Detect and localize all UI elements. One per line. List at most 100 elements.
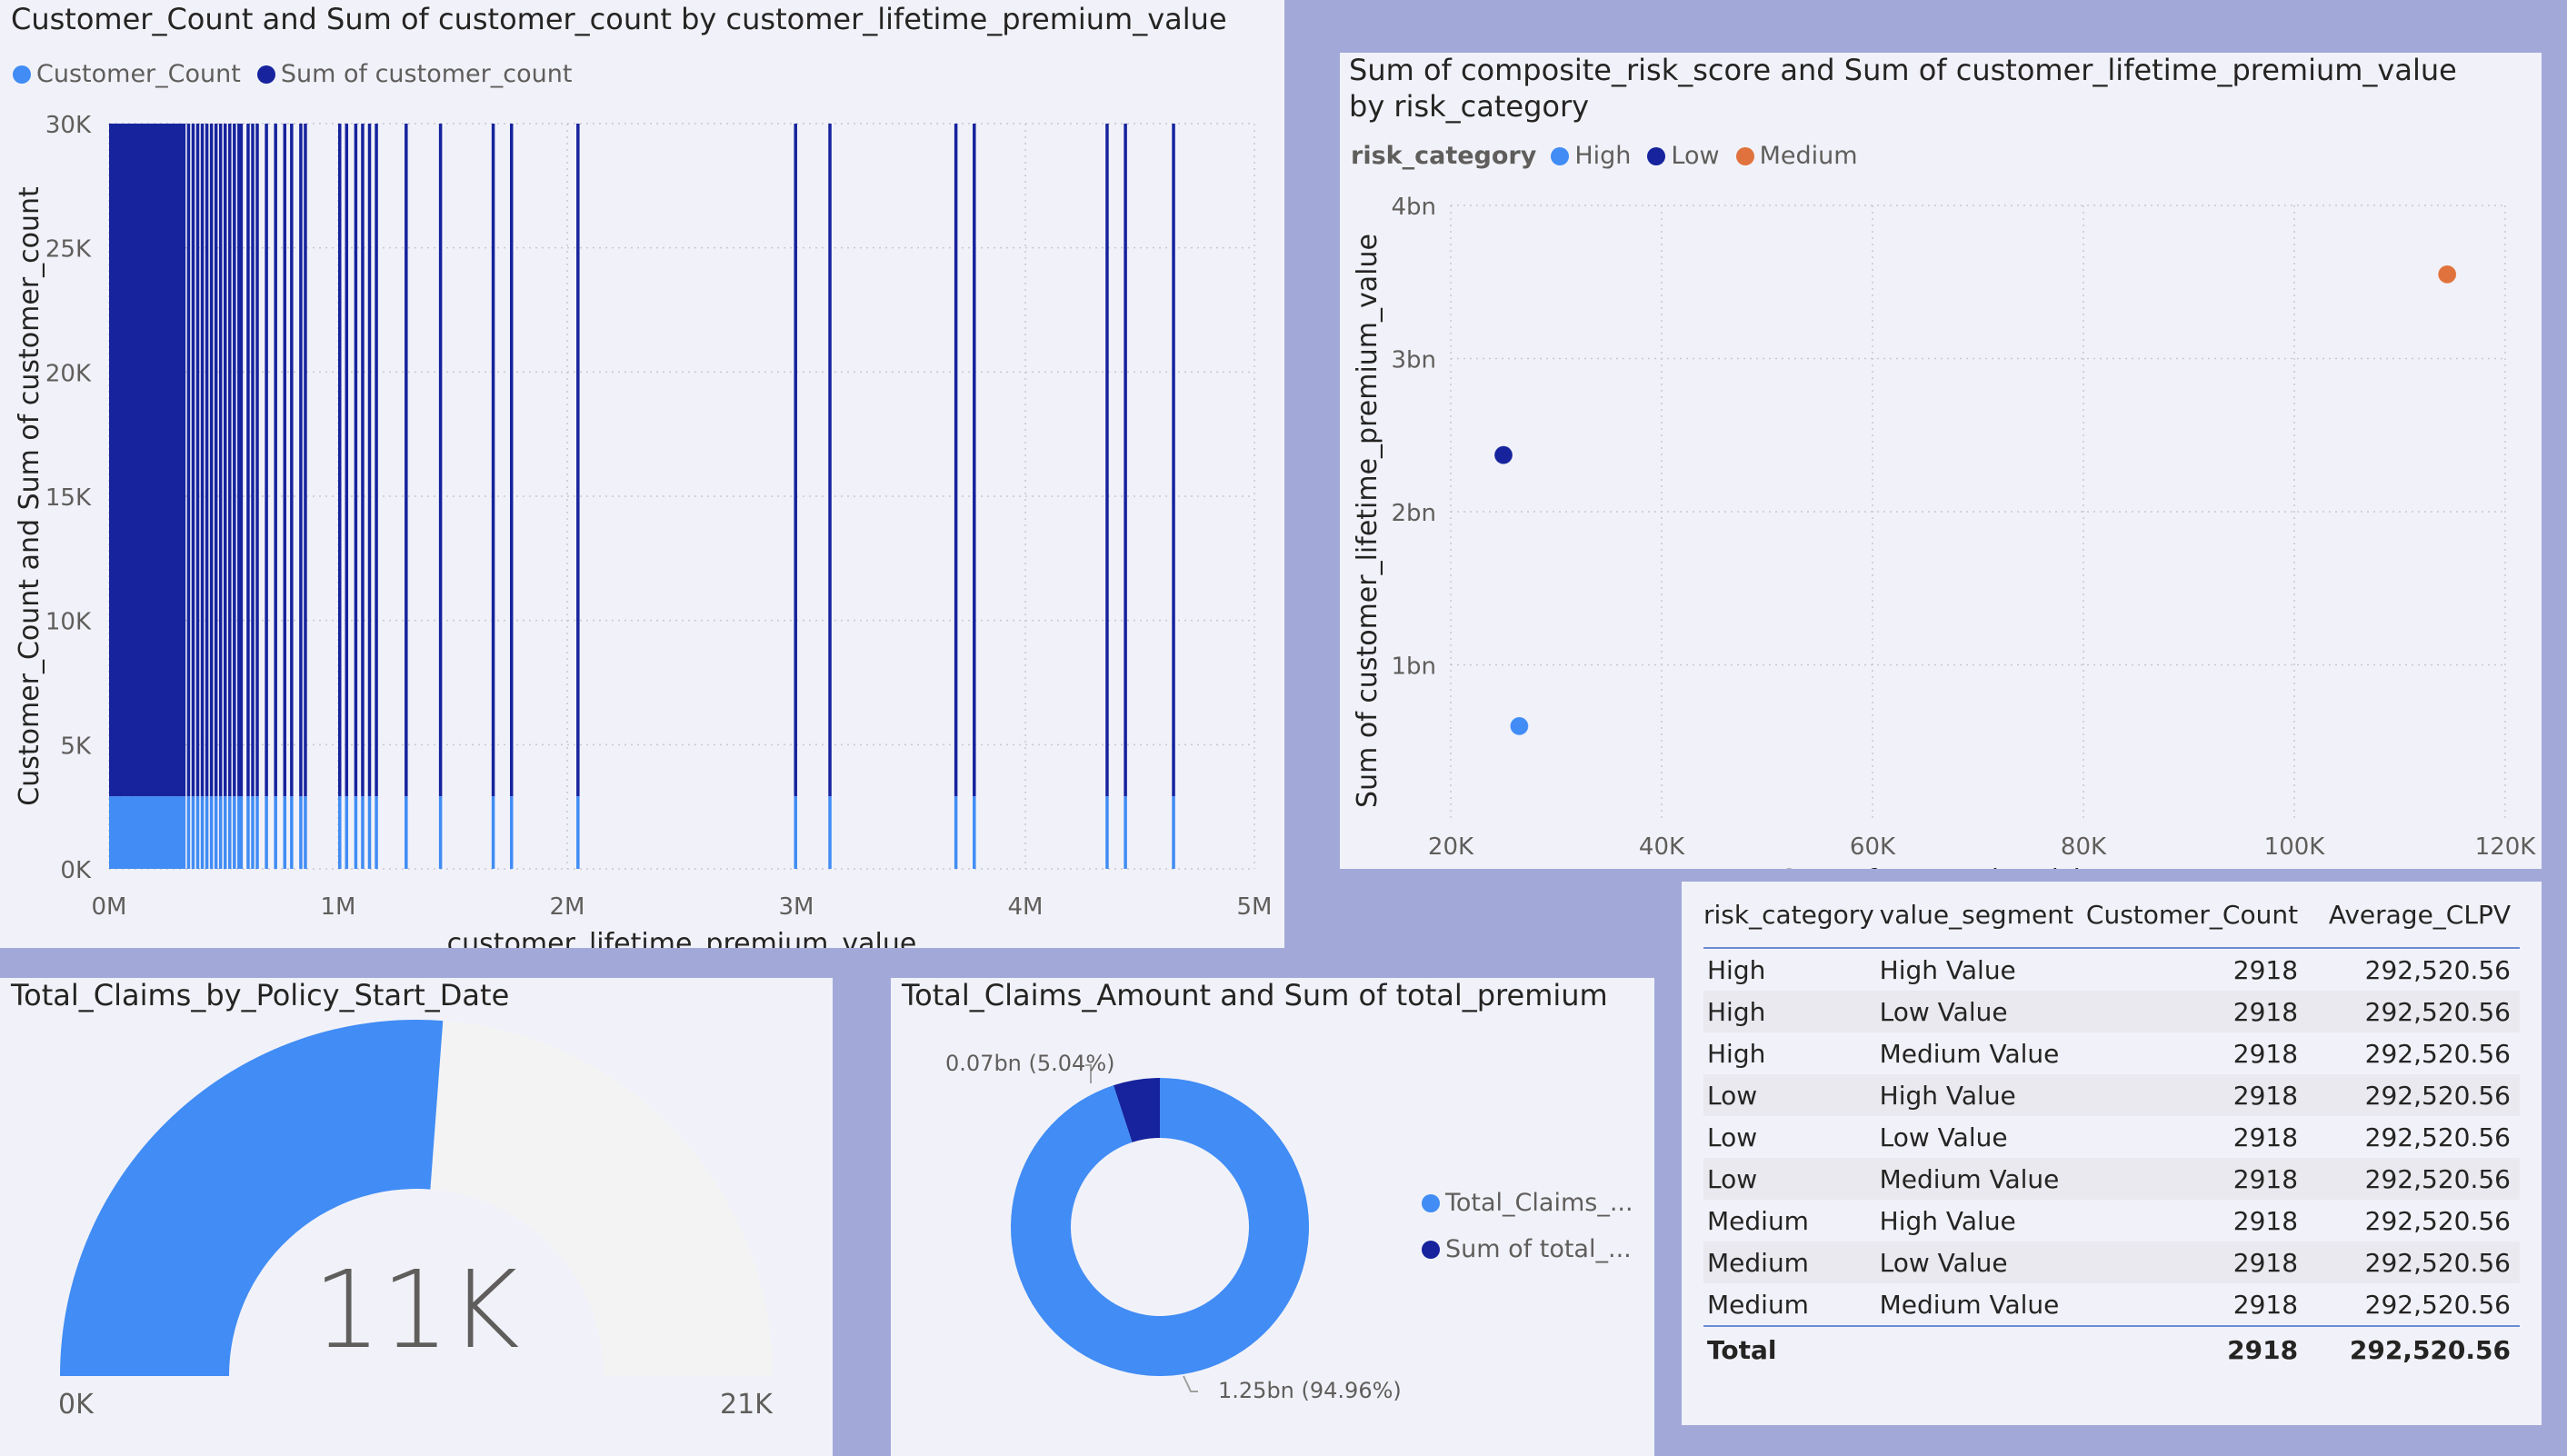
bar-sum-customer-count [143,124,155,797]
bar-customer-count [438,796,443,869]
bar-customer-count [954,796,958,869]
leader-line-big [1183,1375,1198,1392]
bar-sum-customer-count [200,124,205,797]
table-cell: High Value [1879,1074,2073,1116]
bar-sum-customer-count [338,124,342,797]
bar-customer-count [794,796,797,869]
bar-sum-customer-count [367,124,372,797]
bar-sum-customer-count [1172,124,1175,797]
table-cell: Low Value [1879,1242,2073,1283]
bar-sum-customer-count [299,124,303,797]
scatter-chart-plot: 1bn 2bn 3bn 4bn 20K 40K 60K 80K 100K 120K Sum of c… [1352,194,2537,869]
bar-customer-count [274,796,277,869]
bar-sum-customer-count [246,124,250,797]
bar-customer-count [361,796,365,869]
bar-sum-customer-count [1105,124,1109,797]
table-row[interactable]: Low High Value 2918 292,520.56 [1703,1074,2520,1116]
y-tick-label: 20K [45,360,92,387]
table-row[interactable]: Medium High Value 2918 292,520.56 [1703,1200,2520,1242]
table-cell: 2918 [2073,1242,2299,1283]
bar-sum-customer-count [186,124,191,797]
bar-customer-count [143,796,155,869]
x-tick-label: 60K [1850,833,1896,861]
bar-customer-count [182,796,186,869]
bar-customer-count [224,796,227,869]
legend-dot-icon [1422,1240,1440,1259]
y-tick-label: 5K [60,733,92,760]
y-tick-label: 0K [60,857,92,884]
table-row[interactable]: High High Value 2918 292,520.56 [1703,948,2520,991]
table-total-row[interactable]: Total 2918 292,520.56 [1703,1325,2520,1372]
table-row[interactable]: Low Low Value 2918 292,520.56 [1703,1116,2520,1158]
table-row[interactable]: Low Medium Value 2918 292,520.56 [1703,1158,2520,1200]
bar-customer-count [510,796,514,869]
bar-customer-count [200,796,205,869]
table-cell: 2918 [2232,1205,2299,1236]
y-tick-label: 1bn [1391,653,1436,681]
table-cell: 292,520.56 [2364,954,2511,985]
bar-customer-count [290,796,294,869]
x-tick-label: 40K [1639,833,1685,861]
table-cell: 2918 [2232,1289,2299,1320]
column-header[interactable]: Average_CLPV [2298,882,2520,949]
table-row[interactable]: High Low Value 2918 292,520.56 [1703,991,2520,1032]
bar-sum-customer-count [132,124,145,797]
table-cell: Medium Value [1879,1289,2060,1320]
bar-customer-count [1124,796,1127,869]
bar-customer-count [218,796,223,869]
table-cell: Medium Value [1879,1158,2073,1200]
bar-sum-customer-count [233,124,236,797]
donut-legend: Total_Claims_... Sum of total_... [1422,1189,1650,1263]
x-tick-label: 120K [2475,833,2537,861]
bar-customer-count [120,796,133,869]
bar-customer-count [109,796,122,869]
table-cell: 2918 [2232,1122,2299,1152]
bar-sum-customer-count [239,124,244,797]
table-cell: High [1707,1038,1766,1069]
donut-panel[interactable]: Total_Claims_Amount and Sum of total_pre… [891,978,1654,1456]
bar-sum-customer-count [576,124,580,797]
bar-customer-count [209,796,214,869]
table-cell: Medium [1707,1205,1809,1236]
y-tick-label: 15K [45,484,92,512]
table-row[interactable]: Medium Low Value 2918 292,520.56 [1703,1242,2520,1283]
column-header[interactable]: risk_category [1703,882,1880,949]
bar-chart-panel[interactable]: Customer_Count and Sum of customer_count… [0,0,1284,948]
matrix-table-panel[interactable]: risk_category value_segment Customer_Cou… [1682,882,2542,1425]
gauge-value-label: 11K [313,1247,520,1372]
scatter-chart-panel[interactable]: Sum of composite_risk_score and Sum of c… [1340,53,2542,869]
table-cell: 2918 [2232,954,2299,985]
gauge-panel[interactable]: Total_Claims_by_Policy_Start_Date 11K 0K… [0,978,833,1456]
table-cell: High [1707,954,1766,985]
bar-customer-count [233,796,236,869]
y-tick-label: 10K [45,609,92,636]
bar-sum-customer-count [274,124,277,797]
bar-sum-customer-count [265,124,268,797]
bar-sum-customer-count [973,124,976,797]
y-tick-label: 4bn [1391,194,1436,221]
table-cell: 292,520.56 [2298,1158,2520,1200]
table-cell: High [1703,991,1880,1032]
bar-sum-customer-count [510,124,514,797]
bar-customer-count [239,796,244,869]
legend-item-sum-total[interactable]: Sum of total_... [1422,1235,1633,1263]
table-row[interactable]: High Medium Value 2918 292,520.56 [1703,1032,2520,1074]
table-cell: 2918 [2073,991,2299,1032]
x-tick-label: 2M [550,893,585,921]
table-cell: Low [1707,1122,1758,1152]
table-cell: 2918 [2073,1158,2299,1200]
bar-customer-count [491,796,495,869]
column-header[interactable]: Customer_Count [2073,882,2299,949]
bar-sum-customer-count [205,124,209,797]
y-tick-label: 30K [45,112,92,139]
bar-sum-customer-count [109,124,122,797]
table-row[interactable]: Medium Medium Value 2918 292,520.56 [1703,1283,2520,1326]
legend-item-total-claims[interactable]: Total_Claims_... [1422,1189,1633,1217]
legend-label: Sum of total_... [1445,1235,1632,1263]
table-header-row: risk_category value_segment Customer_Cou… [1703,882,2520,949]
bar-sum-customer-count [794,124,797,797]
table-cell: Medium [1703,1242,1880,1283]
bar-customer-count [283,796,287,869]
column-header[interactable]: value_segment [1879,882,2073,949]
bar-customer-count [576,796,580,869]
